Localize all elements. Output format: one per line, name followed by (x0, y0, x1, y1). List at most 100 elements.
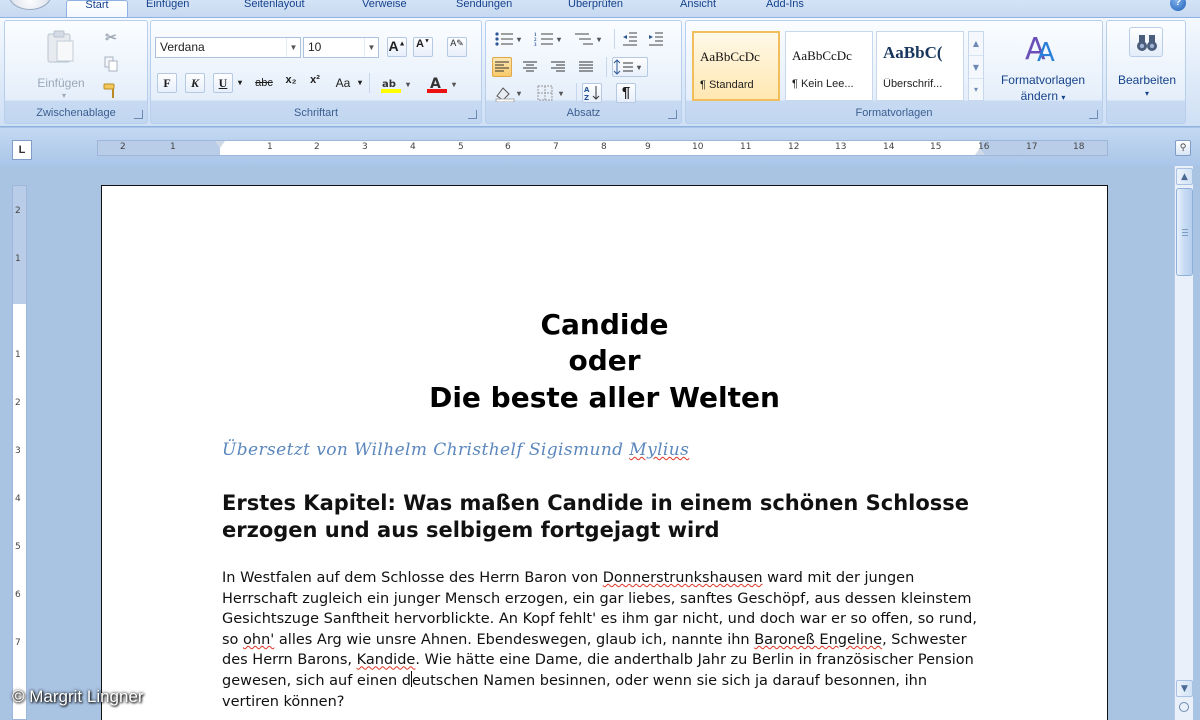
vertical-ruler[interactable]: 2 1 1 2 3 4 5 6 7 (12, 185, 27, 720)
tab-add-ins[interactable]: Add-Ins (756, 0, 814, 17)
line-spacing-button[interactable]: ▾ (612, 57, 648, 77)
scroll-thumb[interactable] (1176, 188, 1193, 276)
font-size-value: 10 (308, 40, 322, 54)
tab-seitenlayout[interactable]: Seitenlayout (234, 0, 315, 17)
chevron-down-icon[interactable]: ▼ (286, 38, 300, 57)
strikethrough-button[interactable]: abc (251, 73, 277, 93)
tab-start[interactable]: Start (66, 0, 128, 17)
group-styles: AaBbCcDc ¶ Standard AaBbCcDc ¶ Kein Lee.… (685, 20, 1103, 124)
copy-icon[interactable] (101, 55, 121, 75)
chevron-down-icon[interactable]: ▾ (235, 73, 245, 93)
horizontal-ruler[interactable]: 2 1 1 2 3 4 5 6 7 8 9 10 11 12 13 14 15 … (97, 140, 1108, 156)
chevron-up-icon[interactable]: ▲ (969, 32, 983, 55)
binoculars-icon[interactable] (1129, 27, 1163, 57)
right-indent-marker[interactable] (975, 148, 985, 155)
ruler-number: 1 (267, 142, 273, 152)
scissors-icon[interactable]: ✂ (101, 29, 121, 49)
body-text-run: alles Arg wie unsre Ahnen. Ebendeswegen,… (274, 631, 755, 648)
svg-text:A: A (584, 86, 590, 94)
tab-einfuegen[interactable]: Einfügen (136, 0, 199, 17)
office-button[interactable] (8, 0, 52, 10)
svg-text:3: 3 (534, 43, 537, 48)
underline-button[interactable]: U (213, 73, 233, 93)
tab-verweise[interactable]: Verweise (352, 0, 417, 17)
tab-ueberpruefen[interactable]: Überprüfen (558, 0, 633, 17)
style-name: ¶ Kein Lee... (792, 78, 854, 90)
ruler-number: 1 (15, 350, 21, 360)
style-standard[interactable]: AaBbCcDc ¶ Standard (692, 31, 780, 101)
shrink-font-button[interactable]: A▼ (413, 37, 433, 57)
paragraph-launcher-icon[interactable] (668, 110, 677, 119)
change-styles-icon[interactable]: A A (1021, 27, 1061, 68)
ruler-number: 12 (788, 142, 800, 152)
change-styles-label-2-text: ändern (1020, 89, 1058, 103)
copyright-watermark: © Margrit Lingner (12, 687, 144, 706)
decrease-indent-button[interactable] (620, 29, 640, 49)
change-styles-label-1[interactable]: Formatvorlagen (984, 73, 1102, 87)
clear-format-button[interactable]: A✎ (447, 37, 467, 57)
ruler-text-area (220, 141, 980, 155)
browse-object-icon[interactable] (1179, 702, 1189, 712)
styles-gallery-scroll[interactable]: ▲ ▼ ▾ (968, 31, 984, 101)
tab-ansicht[interactable]: Ansicht (670, 0, 726, 17)
superscript-button[interactable]: x² (305, 73, 325, 93)
first-line-indent-marker[interactable] (215, 141, 225, 148)
multilevel-list-button[interactable]: ▾ (572, 29, 608, 49)
align-center-button[interactable] (520, 57, 540, 77)
view-ruler-icon[interactable]: ⚲ (1175, 140, 1191, 156)
ruler-number: 7 (553, 142, 559, 152)
sort-button[interactable]: AZ (582, 83, 602, 103)
justify-button[interactable] (576, 57, 596, 77)
font-size-combo[interactable]: 10 ▼ (303, 37, 379, 58)
styles-launcher-icon[interactable] (1089, 110, 1098, 119)
subscript-button[interactable]: x₂ (281, 73, 301, 93)
chevron-down-icon[interactable]: ▾ (59, 91, 69, 100)
group-edit: Bearbeiten ▾ (1106, 20, 1186, 124)
change-styles-label-2[interactable]: ändern ▾ (984, 89, 1102, 103)
font-name-combo[interactable]: Verdana ▼ (155, 37, 301, 58)
vertical-scrollbar[interactable]: ▲ ▼ (1174, 166, 1193, 720)
show-formatting-marks-button[interactable]: ¶ (616, 83, 636, 103)
increase-indent-button[interactable] (646, 29, 666, 49)
font-name-value: Verdana (160, 40, 205, 54)
chevron-down-icon[interactable]: ▾ (355, 73, 365, 93)
paste-icon[interactable] (45, 29, 75, 65)
font-launcher-icon[interactable] (468, 110, 477, 119)
style-heading[interactable]: AaBbC( Überschrif... (876, 31, 964, 101)
ruler-number: 1 (15, 254, 21, 264)
highlight-color-button[interactable]: ab ▾ (377, 73, 417, 93)
edit-button-label[interactable]: Bearbeiten (1107, 73, 1187, 87)
thumb-grip (1182, 232, 1188, 233)
separator (576, 83, 577, 103)
change-case-button[interactable]: Aa (331, 73, 355, 93)
style-name: ¶ Standard (700, 79, 754, 91)
bold-button[interactable]: F (157, 73, 177, 93)
italic-button[interactable]: K (185, 73, 205, 93)
ruler-number: 2 (314, 142, 320, 152)
numbering-button[interactable]: 1 2 3 ▾ (532, 29, 566, 49)
ruler-number: 8 (601, 142, 607, 152)
style-no-spacing[interactable]: AaBbCcDc ¶ Kein Lee... (785, 31, 873, 101)
align-right-button[interactable] (548, 57, 568, 77)
font-color-button[interactable]: A ▾ (423, 73, 463, 93)
align-left-button[interactable] (492, 57, 512, 77)
gallery-more-icon[interactable]: ▾ (969, 78, 983, 100)
chevron-down-icon[interactable]: ▼ (364, 38, 378, 57)
scroll-down-icon[interactable]: ▼ (1176, 680, 1193, 697)
grow-font-button[interactable]: A▲ (387, 37, 407, 57)
chevron-down-icon[interactable]: ▾ (1107, 89, 1187, 98)
bullets-button[interactable]: ▾ (492, 29, 526, 49)
document-page[interactable]: Candide oder Die beste aller Welten Über… (101, 185, 1108, 720)
group-paragraph: ▾ 1 2 3 ▾ ▾ ▾ ▾ ▾ A Z ¶ Absatz (485, 20, 682, 124)
clipboard-launcher-icon[interactable] (134, 110, 143, 119)
shading-button[interactable]: ▾ (492, 83, 528, 103)
paste-button-label[interactable]: Einfügen (29, 76, 93, 90)
format-painter-icon[interactable] (101, 81, 121, 101)
chevron-down-icon[interactable]: ▼ (969, 55, 983, 78)
borders-button[interactable]: ▾ (534, 83, 570, 103)
group-title-font: Schriftart (293, 107, 338, 119)
scroll-up-icon[interactable]: ▲ (1176, 168, 1193, 185)
tab-selector-button[interactable]: L (12, 140, 32, 160)
help-icon[interactable]: ? (1170, 0, 1186, 11)
tab-sendungen[interactable]: Sendungen (446, 0, 522, 17)
